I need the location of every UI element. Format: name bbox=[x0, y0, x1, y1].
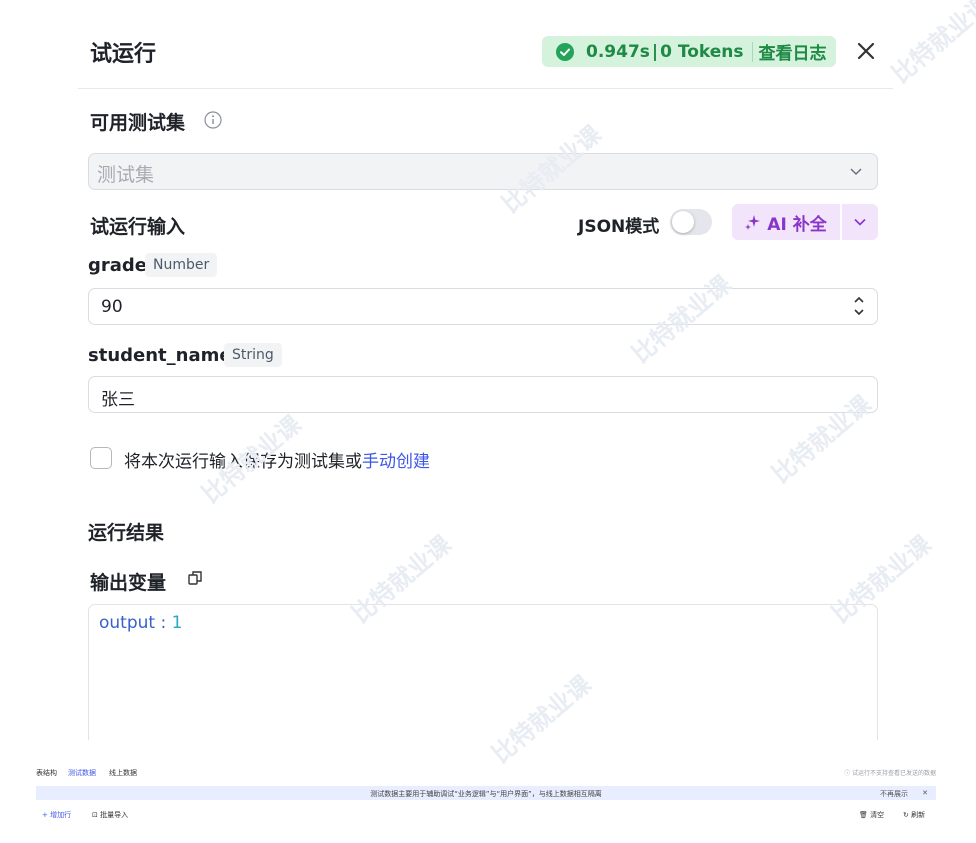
close-icon[interactable]: ✕ bbox=[922, 789, 928, 797]
tab-online-data[interactable]: 线上数据 bbox=[109, 768, 137, 778]
type-badge-string: String bbox=[224, 343, 282, 367]
pill-divider bbox=[751, 41, 753, 62]
info-bar-text: 测试数据主要用于辅助调试“业务逻辑”与“用户界面”，与线上数据相互隔离 bbox=[370, 790, 602, 798]
dialog-header: 试运行 0.947s | 0 Tokens 查看日志 bbox=[78, 16, 893, 89]
save-option-label: 将本次运行输入保存为测试集或 bbox=[124, 452, 362, 472]
run-time: 0.947s bbox=[586, 41, 650, 62]
copy-icon[interactable] bbox=[187, 570, 203, 586]
test-set-label: 可用测试集 bbox=[90, 112, 186, 134]
batch-import-button[interactable]: ⊡ 批量导入 bbox=[92, 810, 128, 820]
json-mode-label: JSON模式 bbox=[578, 217, 660, 237]
type-badge-number: Number bbox=[145, 253, 218, 277]
close-icon[interactable] bbox=[853, 38, 879, 64]
dialog-title: 试运行 bbox=[90, 42, 157, 67]
refresh-button[interactable]: ↻ 刷新 bbox=[903, 810, 925, 820]
ai-options-dropdown[interactable] bbox=[842, 204, 878, 240]
test-data-info-bar: 测试数据主要用于辅助调试“业务逻辑”与“用户界面”，与线上数据相互隔离 不再展示… bbox=[36, 786, 936, 800]
data-panel-footer: 表结构 测试数据 线上数据 ⓘ 试运行不支持查看已发送的数据 测试数据主要用于辅… bbox=[0, 758, 976, 843]
status-separator: | bbox=[651, 41, 659, 62]
output-value: 1 bbox=[171, 613, 183, 633]
grade-value: 90 bbox=[101, 297, 123, 317]
footer-tip: ⓘ 试运行不支持查看已发送的数据 bbox=[844, 770, 936, 777]
test-set-placeholder: 测试集 bbox=[97, 164, 155, 186]
field-name-student-name: student_name bbox=[88, 345, 232, 366]
toggle-knob bbox=[672, 211, 694, 233]
view-log-link[interactable]: 查看日志 bbox=[759, 39, 827, 64]
chevron-down-icon bbox=[850, 168, 862, 176]
watermark: 比特就业课 bbox=[886, 0, 976, 89]
success-check-icon bbox=[556, 42, 574, 61]
info-icon[interactable] bbox=[204, 111, 222, 129]
ai-complete-button-group: AI 补全 bbox=[732, 204, 878, 240]
student-name-input[interactable]: 张三 bbox=[88, 376, 878, 413]
output-panel: output : 1 bbox=[88, 604, 878, 740]
dont-show-again-link[interactable]: 不再展示 bbox=[880, 789, 908, 799]
sparkle-icon bbox=[745, 215, 761, 230]
ai-complete-button[interactable]: AI 补全 bbox=[732, 204, 840, 240]
manual-create-link[interactable]: 手动创建 bbox=[362, 452, 430, 472]
run-result-label: 运行结果 bbox=[88, 522, 165, 544]
tab-table-structure[interactable]: 表结构 bbox=[36, 768, 57, 778]
number-stepper-icon[interactable] bbox=[853, 293, 865, 319]
test-run-dialog: 试运行 0.947s | 0 Tokens 查看日志 可用测试集 测试集 试运行… bbox=[78, 16, 893, 740]
ai-complete-label: AI 补全 bbox=[767, 214, 827, 235]
student-name-value: 张三 bbox=[101, 390, 135, 410]
save-as-test-set-checkbox[interactable] bbox=[90, 447, 112, 469]
output-key: output bbox=[99, 613, 156, 633]
tab-test-data[interactable]: 测试数据 bbox=[68, 768, 96, 778]
save-option-text: 将本次运行输入保存为测试集或手动创建 bbox=[124, 447, 430, 472]
json-mode-toggle[interactable] bbox=[670, 209, 712, 235]
output-line: output : 1 bbox=[99, 613, 182, 633]
add-row-button[interactable]: + 增加行 bbox=[42, 810, 71, 820]
test-set-select[interactable]: 测试集 bbox=[88, 153, 878, 190]
output-colon: : bbox=[155, 613, 172, 633]
clear-button[interactable]: 🗑 清空 bbox=[859, 810, 884, 820]
chevron-down-icon bbox=[854, 218, 866, 226]
run-status-pill: 0.947s | 0 Tokens 查看日志 bbox=[542, 36, 836, 67]
output-variables-label: 输出变量 bbox=[90, 572, 167, 594]
field-name-grade: grade bbox=[88, 255, 148, 276]
grade-input[interactable]: 90 bbox=[88, 288, 878, 325]
token-count: 0 Tokens bbox=[660, 41, 744, 62]
input-section-label: 试运行输入 bbox=[90, 216, 186, 238]
